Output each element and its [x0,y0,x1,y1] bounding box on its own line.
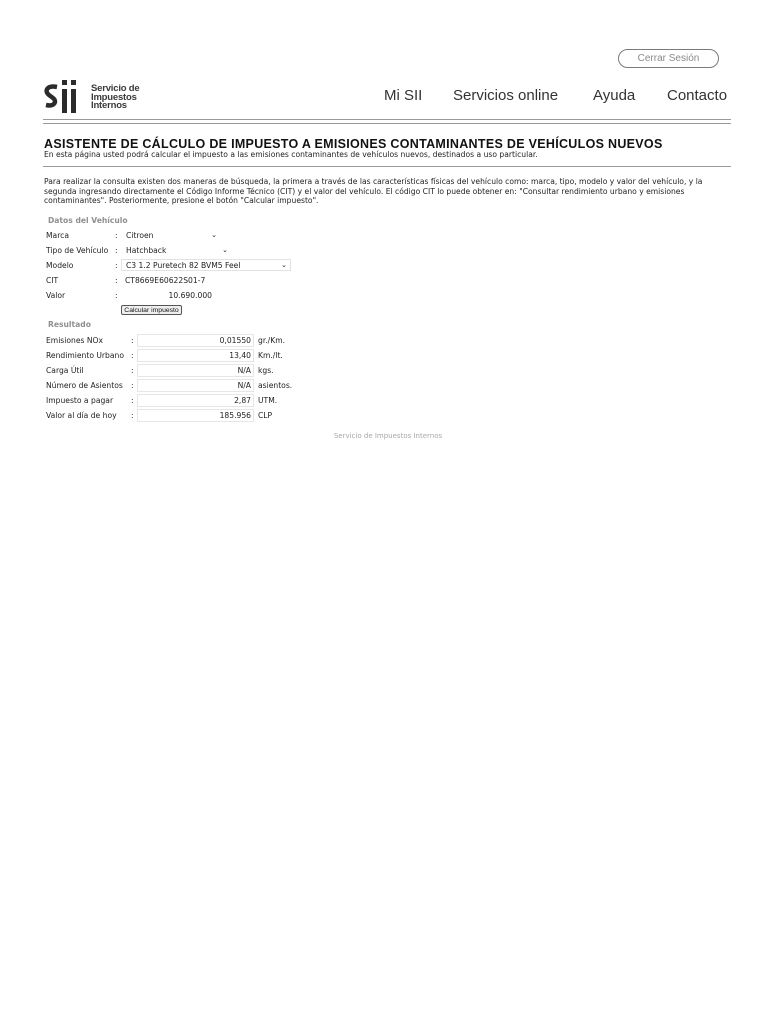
header-divider [43,119,731,120]
result-colon: : [131,381,134,390]
tipo-selected-value: Hatchback [126,246,167,255]
result-unit: Km./lt. [258,351,283,360]
modelo-colon: : [115,261,118,270]
result-label: Impuesto a pagar [46,396,114,405]
result-value: 13,40 [137,349,254,362]
result-label: Valor al día de hoy [46,411,117,420]
result-section-label: Resultado [48,320,91,329]
nav-ayuda[interactable]: Ayuda [593,87,635,104]
result-label: Carga Útil [46,366,84,375]
result-unit: CLP [258,411,273,420]
header-divider-2 [43,123,731,124]
result-colon: : [131,396,134,405]
result-label: Rendimiento Urbano [46,351,124,360]
marca-colon: : [115,231,118,240]
tipo-label: Tipo de Vehículo [46,246,109,255]
valor-colon: : [115,291,118,300]
result-colon: : [131,336,134,345]
result-colon: : [131,366,134,375]
logout-button[interactable]: Cerrar Sesión [618,49,719,68]
chevron-down-icon: ⌄ [222,246,228,254]
marca-select[interactable]: Citroen ⌄ [121,229,221,241]
main-nav: Mi SII Servicios online Ayuda Contacto [0,87,768,109]
page-title: ASISTENTE DE CÁLCULO DE IMPUESTO A EMISI… [44,137,663,151]
chevron-down-icon: ⌄ [211,231,217,239]
result-value: 0,01550 [137,334,254,347]
nav-mi-sii[interactable]: Mi SII [384,87,422,104]
result-unit: asientos. [258,381,293,390]
result-unit: UTM. [258,396,278,405]
result-colon: : [131,351,134,360]
chevron-down-icon: ⌄ [281,261,287,269]
result-label: Emisiones NOx [46,336,104,345]
modelo-selected-value: C3 1.2 Puretech 82 BVM5 Feel [126,261,241,270]
valor-input[interactable]: 10.690.000 [122,290,212,302]
result-value: N/A [137,379,254,392]
vehicle-section-label: Datos del Vehículo [48,216,128,225]
marca-selected-value: Citroen [126,231,154,240]
intro-text: Para realizar la consulta existen dos ma… [44,177,703,205]
calcular-impuesto-button[interactable]: Calcular impuesto [121,305,182,315]
modelo-label: Modelo [46,261,74,270]
footer-text: Servicio de Impuestos Internos [333,432,443,440]
result-unit: kgs. [258,366,274,375]
cit-input[interactable]: CT8669E60622S01-7 [125,275,205,287]
modelo-select[interactable]: C3 1.2 Puretech 82 BVM5 Feel ⌄ [121,259,291,271]
tipo-select[interactable]: Hatchback ⌄ [121,244,232,256]
nav-servicios-online[interactable]: Servicios online [453,87,558,104]
marca-label: Marca [46,231,69,240]
result-label: Número de Asientos [46,381,123,390]
result-colon: : [131,411,134,420]
result-value: 185.956 [137,409,254,422]
cit-colon: : [115,276,118,285]
result-unit: gr./Km. [258,336,286,345]
valor-label: Valor [46,291,66,300]
tipo-colon: : [115,246,118,255]
page-subtitle: En esta página usted podrá calcular el i… [44,150,538,159]
cit-label: CIT [46,276,59,285]
result-value: N/A [137,364,254,377]
result-value: 2,87 [137,394,254,407]
nav-contacto[interactable]: Contacto [667,87,727,104]
title-divider [43,166,731,167]
